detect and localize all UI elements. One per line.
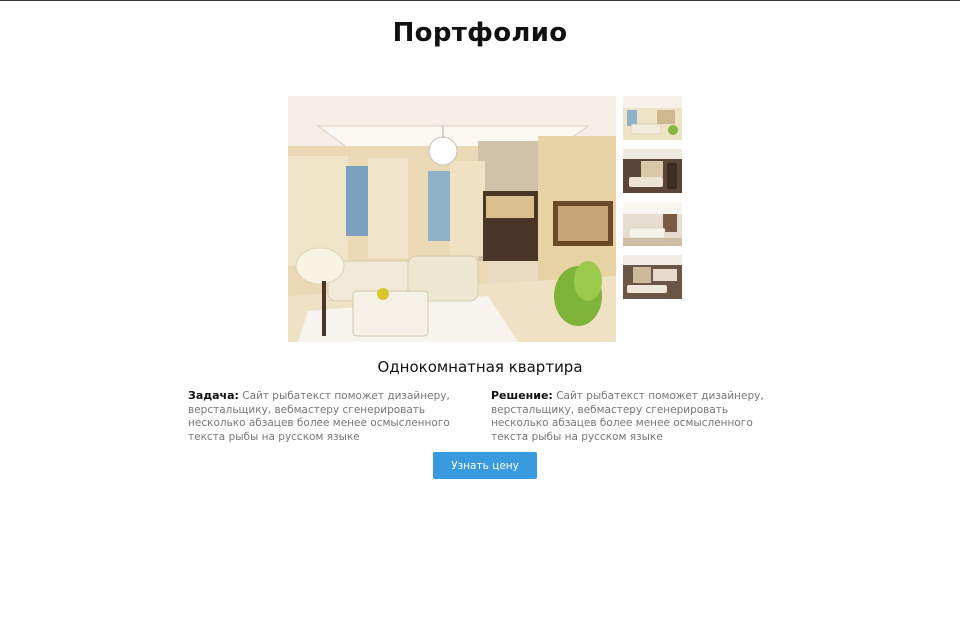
solution-description: Решение: Сайт рыбатекст поможет дизайнер…	[491, 389, 781, 444]
thumbnail-2[interactable]	[623, 149, 682, 193]
task-label: Задача:	[188, 389, 239, 402]
thumbnail-1[interactable]	[623, 96, 682, 140]
project-title: Однокомнатная квартира	[377, 358, 583, 376]
top-divider	[0, 0, 960, 1]
main-photo	[288, 96, 616, 342]
thumbnail-4[interactable]	[623, 255, 682, 299]
thumbnail-strip	[623, 96, 682, 308]
get-price-button[interactable]: Узнать цену	[433, 452, 537, 479]
page-title: Портфолио	[392, 18, 568, 48]
task-description: Задача: Сайт рыбатекст поможет дизайнеру…	[188, 389, 478, 444]
thumbnail-3[interactable]	[623, 202, 682, 246]
solution-label: Решение:	[491, 389, 553, 402]
